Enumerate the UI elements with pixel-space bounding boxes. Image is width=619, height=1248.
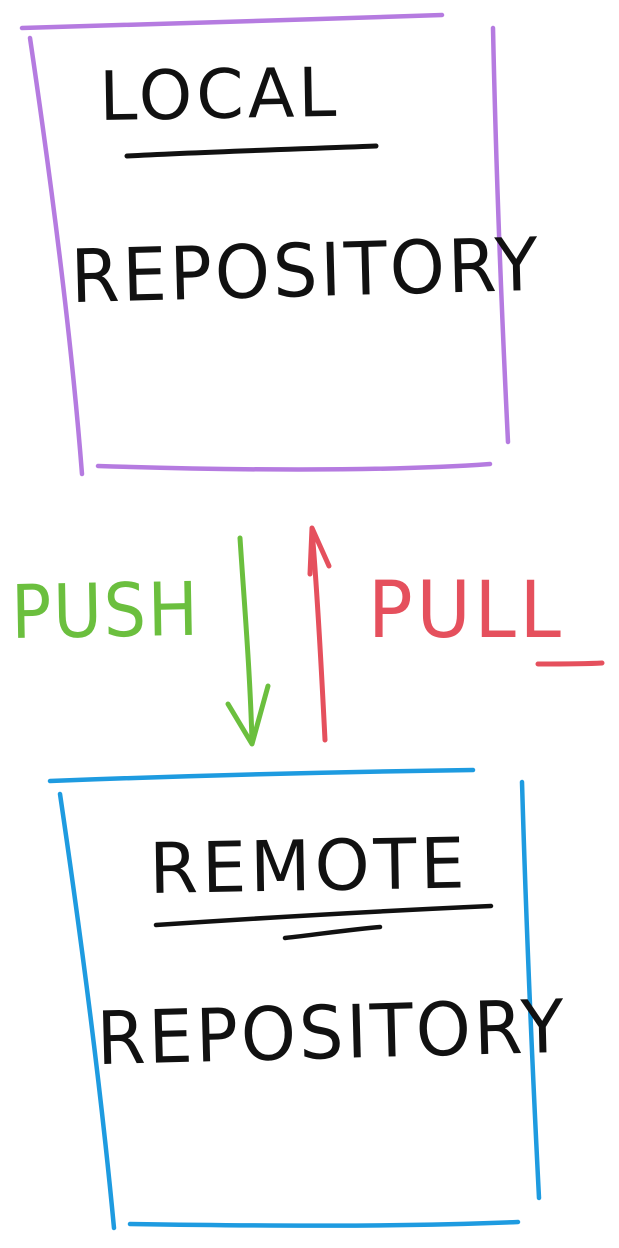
push-arrow [225, 535, 271, 747]
push-arrow-shaft [237, 535, 255, 745]
remote-title-underline-second [282, 924, 383, 941]
diagram-canvas: LOCAL REPOSITORY PUSH PULL REMOTE REPOSI… [0, 0, 619, 1248]
local-title: LOCAL [98, 53, 341, 138]
pull-label: PULL [368, 566, 565, 656]
remote-box-bottom-edge [127, 1219, 521, 1228]
remote-title: REMOTE [148, 822, 470, 910]
local-box-top-edge [19, 12, 445, 31]
push-label: PUSH [10, 566, 201, 656]
local-subtitle: REPOSITORY [69, 221, 542, 320]
pull-arrow-shaft [309, 527, 328, 743]
remote-subtitle: REPOSITORY [95, 983, 568, 1082]
local-box-bottom-edge [95, 461, 493, 472]
pull-label-tail [535, 660, 605, 667]
pull-arrow [307, 525, 332, 743]
remote-box-top-edge [47, 767, 476, 784]
local-title-underline [124, 143, 379, 159]
